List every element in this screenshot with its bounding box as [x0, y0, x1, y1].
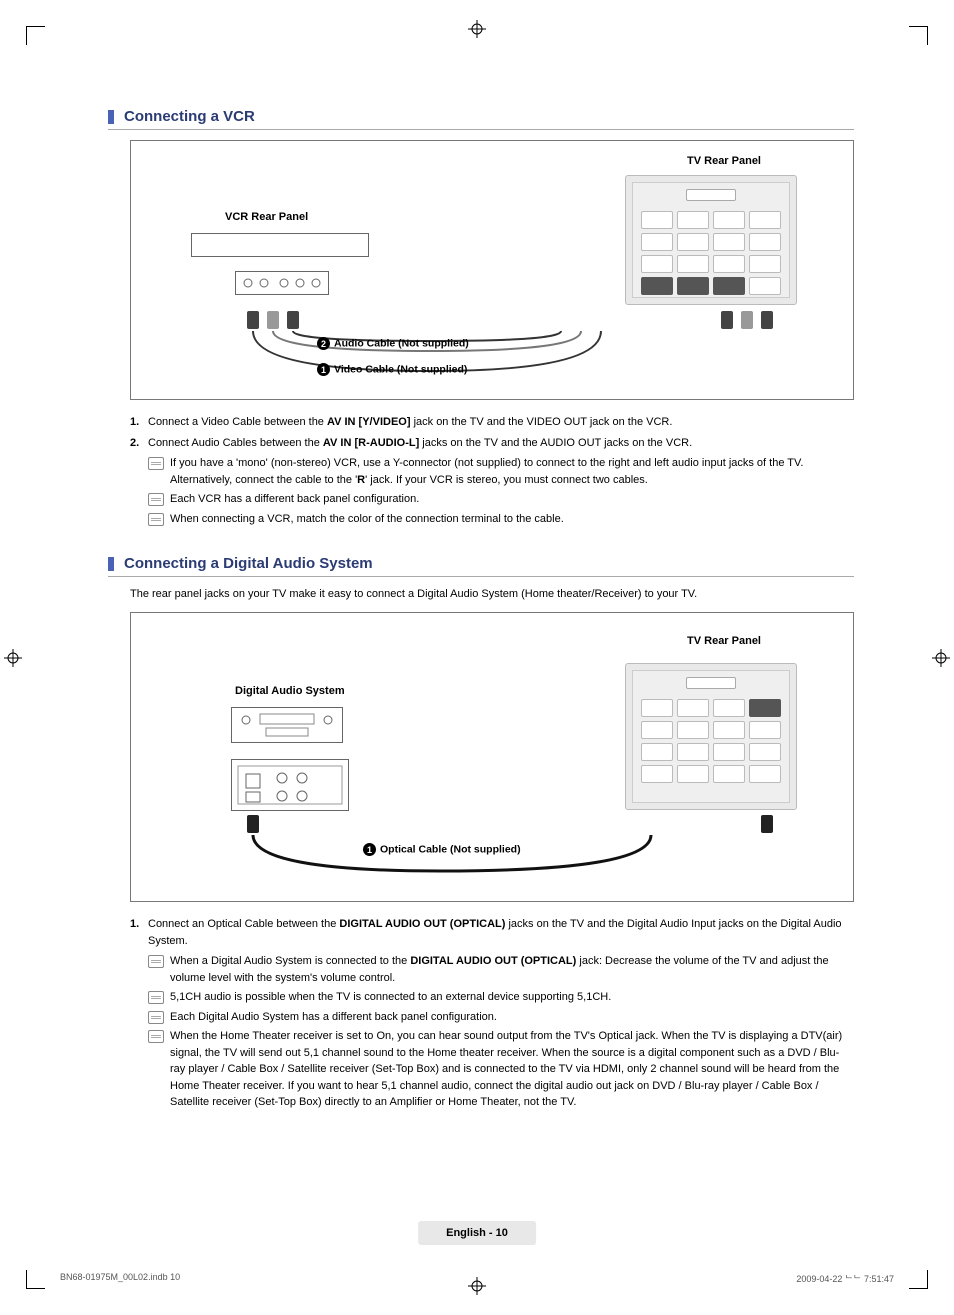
registration-mark-icon — [4, 649, 22, 667]
video-cable-label: 1Video Cable (Not supplied) — [317, 363, 467, 376]
note-text: When the Home Theater receiver is set to… — [170, 1028, 854, 1111]
cable-lines — [131, 141, 853, 399]
crop-mark — [909, 1270, 928, 1289]
section-intro-text: The rear panel jacks on your TV make it … — [130, 587, 854, 602]
section-title: Connecting a VCR — [124, 108, 255, 125]
step-text: Connect an Optical Cable between the DIG… — [148, 916, 854, 949]
section-header: Connecting a VCR — [108, 108, 854, 130]
crop-mark — [26, 26, 45, 45]
optical-cable-line — [131, 613, 853, 901]
note-text: When a Digital Audio System is connected… — [170, 953, 854, 986]
step-number: 1. — [130, 414, 148, 431]
page-footer-language: English - 10 — [418, 1221, 536, 1245]
note-text: 5,1CH audio is possible when the TV is c… — [170, 989, 854, 1006]
note-icon — [148, 493, 164, 506]
note-text: If you have a 'mono' (non-stereo) VCR, u… — [170, 455, 854, 488]
crop-mark — [909, 26, 928, 45]
registration-mark-icon — [468, 20, 486, 38]
section-title: Connecting a Digital Audio System — [124, 555, 373, 572]
vcr-connection-diagram: TV Rear Panel VCR Rear Panel — [130, 140, 854, 400]
note-text: Each Digital Audio System has a differen… — [170, 1009, 854, 1026]
print-timestamp: 2009-04-22 ᄂᄂ 7:51:47 — [796, 1272, 894, 1285]
step-text: Connect a Video Cable between the AV IN … — [148, 414, 854, 431]
print-filename: BN68-01975M_00L02.indb 10 — [60, 1272, 180, 1285]
callout-number-2-icon: 2 — [317, 337, 330, 350]
note-text: Each VCR has a different back panel conf… — [170, 491, 854, 508]
note-icon — [148, 1030, 164, 1043]
digital-audio-connection-diagram: TV Rear Panel Digital Audio System — [130, 612, 854, 902]
section-header: Connecting a Digital Audio System — [108, 555, 854, 577]
step-number: 1. — [130, 916, 148, 949]
optical-cable-label: 1Optical Cable (Not supplied) — [363, 843, 521, 856]
section-accent-icon — [108, 557, 114, 571]
registration-mark-icon — [932, 649, 950, 667]
note-icon — [148, 991, 164, 1004]
note-icon — [148, 457, 164, 470]
print-metadata: BN68-01975M_00L02.indb 10 2009-04-22 ᄂᄂ … — [60, 1272, 894, 1285]
section-accent-icon — [108, 110, 114, 124]
callout-number-1-icon: 1 — [363, 843, 376, 856]
step-number: 2. — [130, 435, 148, 452]
callout-number-1-icon: 1 — [317, 363, 330, 376]
audio-cable-label: 2Audio Cable (Not supplied) — [317, 337, 469, 350]
crop-mark — [26, 1270, 45, 1289]
note-text: When connecting a VCR, match the color o… — [170, 511, 854, 528]
note-icon — [148, 955, 164, 968]
note-icon — [148, 1011, 164, 1024]
digital-audio-instructions: 1. Connect an Optical Cable between the … — [130, 916, 854, 1111]
note-icon — [148, 513, 164, 526]
vcr-instructions: 1. Connect a Video Cable between the AV … — [130, 414, 854, 527]
step-text: Connect Audio Cables between the AV IN [… — [148, 435, 854, 452]
